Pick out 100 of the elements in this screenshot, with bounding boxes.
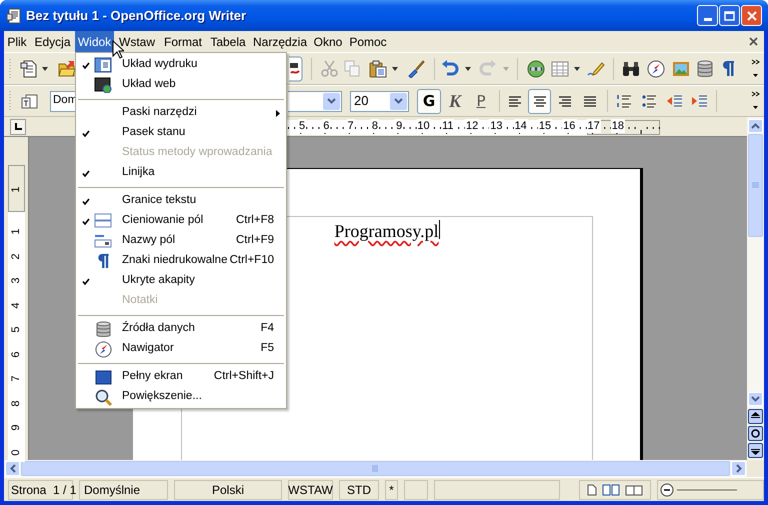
text-style-button[interactable]: G: [417, 88, 441, 114]
menu-option[interactable]: Nawigator F5: [76, 339, 286, 359]
menu-option[interactable]: Ukryte akapity: [76, 271, 286, 291]
menu-option[interactable]: Pełny ekran Ctrl+Shift+J: [76, 367, 286, 387]
menu-option[interactable]: Źródła danych F4: [76, 319, 286, 339]
paintbrush-icon[interactable]: [407, 60, 425, 78]
navigation-button[interactable]: [748, 426, 763, 441]
database-icon[interactable]: [697, 60, 713, 78]
justify-icon: [582, 94, 598, 108]
scroll-left-button[interactable]: [5, 461, 20, 476]
chevron-down-icon: [394, 98, 403, 104]
scroll-up-button[interactable]: [748, 119, 763, 133]
styles-icon[interactable]: [21, 92, 38, 110]
ruler-number: 6: [10, 350, 23, 360]
ruler-margin: [8, 165, 25, 212]
scroll-down-button[interactable]: [748, 392, 763, 406]
increase-indent-icon[interactable]: [691, 93, 708, 109]
spellcheck-icon[interactable]: [289, 56, 303, 82]
zoom-out-icon[interactable]: [660, 482, 674, 496]
undo-icon[interactable]: [441, 60, 459, 77]
toolbar-grip[interactable]: [9, 90, 12, 112]
new-document-icon[interactable]: [20, 60, 38, 78]
pilcrow-icon[interactable]: [721, 60, 735, 77]
ruler-number: 1: [10, 227, 23, 237]
menu-item[interactable]: Plik: [4, 31, 30, 52]
ruler-number: 7: [346, 119, 355, 133]
decrease-indent-icon[interactable]: [666, 93, 683, 109]
scroll-thumb[interactable]: [21, 461, 730, 476]
font-size-field[interactable]: 20: [350, 90, 409, 112]
ruler-number: 17: [586, 119, 601, 133]
grip-icon: [372, 465, 379, 472]
minimize-button[interactable]: [697, 5, 718, 26]
scroll-right-button[interactable]: [731, 461, 746, 476]
minimize-icon: [704, 18, 712, 21]
chevron-down-icon: [327, 98, 336, 104]
ruler-number: 14: [514, 119, 528, 133]
menu-item[interactable]: Format: [160, 31, 206, 52]
dropdown-arrow-icon[interactable]: [42, 66, 48, 70]
numbered-list-icon[interactable]: [616, 93, 632, 109]
close-button[interactable]: [741, 5, 762, 26]
menu-option[interactable]: Układ wydruku: [76, 55, 286, 75]
tab-stop-button[interactable]: [10, 118, 26, 134]
status-field: *: [385, 480, 398, 500]
menu-option[interactable]: Pasek stanu: [76, 123, 286, 143]
bulleted-list-icon[interactable]: [641, 93, 657, 109]
open-folder-icon[interactable]: [58, 60, 76, 77]
full-screen-icon: [94, 370, 112, 384]
vertical-scrollbar[interactable]: [747, 117, 764, 460]
menu-item[interactable]: Narzędzia: [250, 31, 310, 52]
menu-option[interactable]: Linijka: [76, 163, 286, 183]
two-pages-icon[interactable]: [602, 484, 620, 496]
align-right-icon: [556, 94, 572, 108]
menu-option[interactable]: Nazwy pól Ctrl+F9: [76, 231, 286, 251]
ruler-number: 0: [10, 448, 23, 458]
menu-option[interactable]: Powiększenie...: [76, 387, 286, 407]
menu-option[interactable]: Cieniowanie pól Ctrl+F8: [76, 211, 286, 231]
book-view-icon[interactable]: [625, 484, 643, 496]
previous-page-button[interactable]: [748, 409, 763, 424]
align-center-icon: [532, 94, 548, 108]
pencil-icon[interactable]: [587, 60, 605, 76]
menu-item[interactable]: Widok: [75, 31, 114, 52]
ruler-number: 4: [10, 300, 23, 310]
horizontal-scrollbar[interactable]: [4, 460, 747, 477]
dropdown-arrow-icon[interactable]: [465, 66, 471, 70]
menu-option[interactable]: Paski narzędzi: [76, 103, 286, 123]
menu-option[interactable]: Znaki niedrukowalne Ctrl+F10: [76, 251, 286, 271]
scroll-thumb[interactable]: [748, 134, 763, 237]
close-icon: [746, 10, 756, 20]
database-icon: [96, 320, 110, 338]
close-document-icon[interactable]: [749, 37, 758, 46]
compass-icon[interactable]: [647, 60, 665, 78]
maximize-button[interactable]: [719, 5, 740, 26]
picture-icon[interactable]: [672, 60, 690, 76]
text-style-button[interactable]: P: [469, 88, 493, 114]
paste-icon[interactable]: [369, 60, 387, 78]
field-shading-icon: [94, 213, 112, 229]
ruler-number: 3: [10, 276, 23, 286]
next-page-button[interactable]: [748, 443, 763, 458]
ruler-number: 7: [10, 374, 23, 384]
ruler-number: 9: [395, 119, 404, 133]
binoculars-icon[interactable]: [622, 60, 640, 76]
single-page-icon[interactable]: [587, 484, 597, 496]
dropdown-arrow-icon[interactable]: [392, 66, 398, 70]
menu-item[interactable]: Edycja: [30, 31, 75, 52]
align-center-button[interactable]: [528, 88, 551, 114]
toolbar-grip[interactable]: [9, 58, 12, 80]
dropdown-arrow-icon[interactable]: [574, 66, 580, 70]
text-style-button[interactable]: K: [443, 88, 467, 114]
globe-icon[interactable]: [527, 60, 545, 78]
table-icon[interactable]: [551, 60, 569, 76]
toolbar-overflow-icon[interactable]: [751, 58, 760, 80]
paragraph-style-dropdown[interactable]: [288, 90, 342, 112]
menu-item[interactable]: Pomoc: [346, 31, 390, 52]
menu-item[interactable]: Okno: [310, 31, 346, 52]
pilcrow-icon: [96, 253, 110, 269]
status-field: Domyślnie: [79, 480, 168, 500]
menu-option[interactable]: Układ web: [76, 75, 286, 95]
menu-option[interactable]: Granice tekstu: [76, 191, 286, 211]
ruler-number: 9: [10, 423, 23, 433]
menu-item[interactable]: Tabela: [206, 31, 250, 52]
